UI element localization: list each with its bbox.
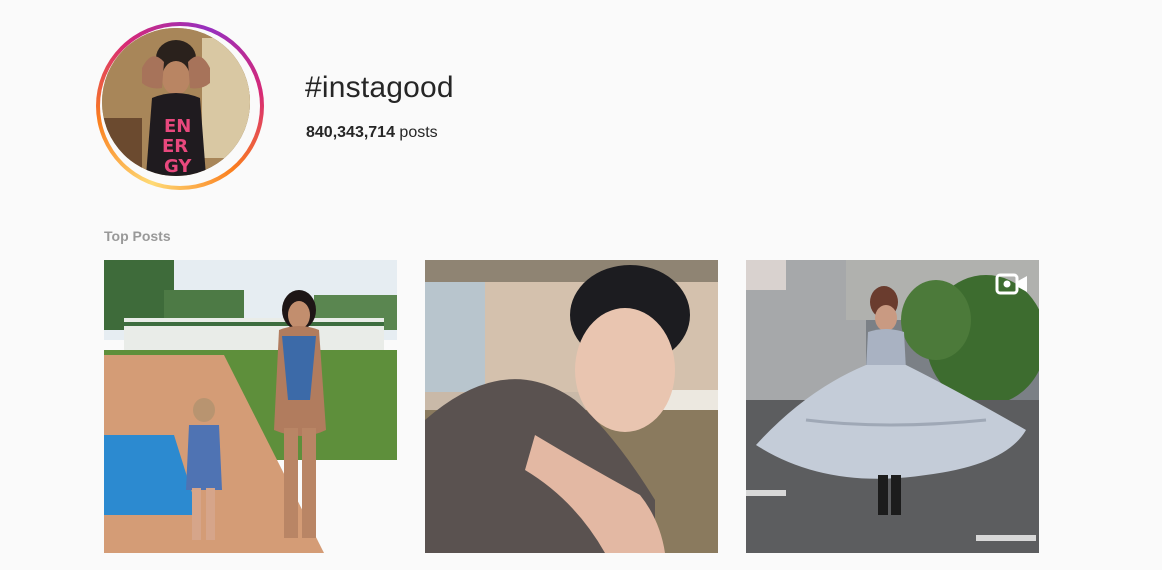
post-2-photo <box>425 260 718 553</box>
hashtag-avatar[interactable]: EN ER GY <box>102 28 250 176</box>
svg-text:EN: EN <box>164 116 191 137</box>
svg-text:ER: ER <box>162 136 188 157</box>
svg-text:GY: GY <box>164 156 192 176</box>
post-3-photo <box>746 260 1039 553</box>
post-count-number: 840,343,714 <box>306 124 395 141</box>
video-camera-icon <box>995 273 1027 295</box>
post-count-label: posts <box>394 124 438 141</box>
top-posts-grid <box>104 260 1039 553</box>
post-count: 840,343,714 posts <box>306 123 438 143</box>
hashtag-header: EN ER GY #instagood 840,343,714 posts <box>0 0 1162 200</box>
hashtag-title: #instagood <box>305 71 454 104</box>
top-post-3[interactable] <box>746 260 1039 553</box>
post-1-photo <box>104 260 397 553</box>
top-posts-heading: Top Posts <box>104 228 171 244</box>
top-post-1[interactable] <box>104 260 397 553</box>
top-post-2[interactable] <box>425 260 718 553</box>
story-ring[interactable]: EN ER GY <box>96 22 264 190</box>
avatar-photo: EN ER GY <box>102 28 250 176</box>
